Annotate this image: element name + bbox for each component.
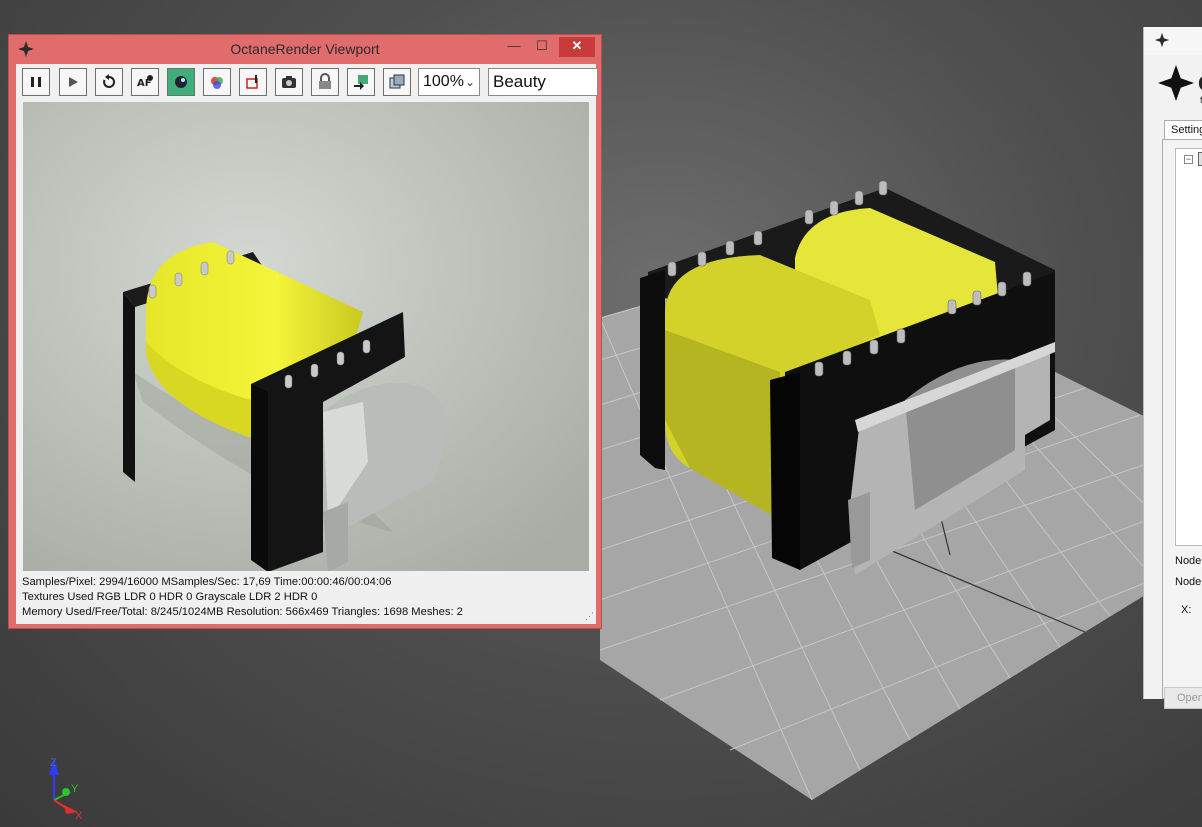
close-button[interactable]: ✕	[559, 37, 595, 57]
copy-button[interactable]	[383, 68, 411, 96]
play-button[interactable]	[59, 68, 87, 96]
octane-settings-panel[interactable]: O f Settings − Node Node X: Open	[1143, 27, 1202, 709]
render-pass-select[interactable]: Beauty	[488, 68, 598, 96]
node-label-1: Node	[1175, 555, 1202, 567]
octane-viewport-window[interactable]: OctaneRender Viewport — ☐ ✕ AF 100% ⌄ Be…	[8, 34, 602, 629]
title-bar[interactable]: OctaneRender Viewport — ☐ ✕	[9, 35, 601, 63]
render-pass-value: Beauty	[493, 72, 546, 91]
open-button[interactable]: Open	[1164, 687, 1202, 709]
tree-node-icon	[1198, 152, 1202, 166]
lock-button[interactable]	[311, 68, 339, 96]
chevron-down-icon: ⌄	[464, 75, 475, 89]
camera-button[interactable]	[275, 68, 303, 96]
autofocus-button[interactable]: AF	[131, 68, 159, 96]
region-render-button[interactable]	[167, 68, 195, 96]
lock-icon	[319, 73, 331, 89]
play-icon	[69, 77, 78, 87]
pick-button[interactable]	[239, 68, 267, 96]
axis-label-y: Y	[71, 783, 79, 795]
zoom-select[interactable]: 100% ⌄	[418, 68, 480, 96]
axis-label-x: X	[75, 810, 83, 822]
region-render-icon	[175, 76, 187, 88]
node-label-2: Node	[1175, 576, 1202, 588]
x-label: X:	[1181, 604, 1192, 616]
octane-logo-icon	[1154, 32, 1170, 48]
tab-settings[interactable]: Settings	[1164, 120, 1202, 140]
camera-icon	[282, 76, 296, 88]
stats-line-textures: Textures Used RGB LDR 0 HDR 0 Grayscale …	[22, 591, 318, 603]
color-picker-button[interactable]	[203, 68, 231, 96]
settings-panel-body: − Node Node X:	[1162, 139, 1202, 699]
pause-icon	[31, 77, 41, 87]
stats-line-memory: Memory Used/Free/Total: 8/245/1024MB Res…	[22, 606, 463, 618]
autofocus-icon: AF	[137, 75, 153, 89]
viewport-client: AF 100% ⌄ Beauty Samples/Pixel: 2994/160…	[16, 64, 598, 624]
octane-brand-icon	[1158, 65, 1194, 101]
minimize-button[interactable]: —	[503, 37, 525, 57]
tree-expand-icon[interactable]: −	[1184, 155, 1193, 164]
maximize-button[interactable]: ☐	[531, 37, 553, 57]
node-tree[interactable]: −	[1175, 148, 1202, 546]
color-picker-icon	[211, 77, 223, 89]
export-button[interactable]	[347, 68, 375, 96]
resize-grip-icon[interactable]: ⋰	[585, 611, 594, 622]
side-title-bar[interactable]	[1144, 27, 1202, 55]
export-icon	[354, 75, 368, 90]
copy-icon	[389, 74, 405, 89]
restart-icon	[103, 74, 116, 88]
pick-icon	[246, 75, 258, 89]
zoom-value: 100%	[423, 73, 464, 90]
stats-line-samples: Samples/Pixel: 2994/16000 MSamples/Sec: …	[22, 576, 392, 588]
side-brand-text: O	[1198, 71, 1202, 97]
pause-button[interactable]	[22, 68, 50, 96]
axis-label-z: Z	[50, 757, 57, 769]
restart-button[interactable]	[95, 68, 123, 96]
render-view[interactable]	[23, 102, 589, 571]
